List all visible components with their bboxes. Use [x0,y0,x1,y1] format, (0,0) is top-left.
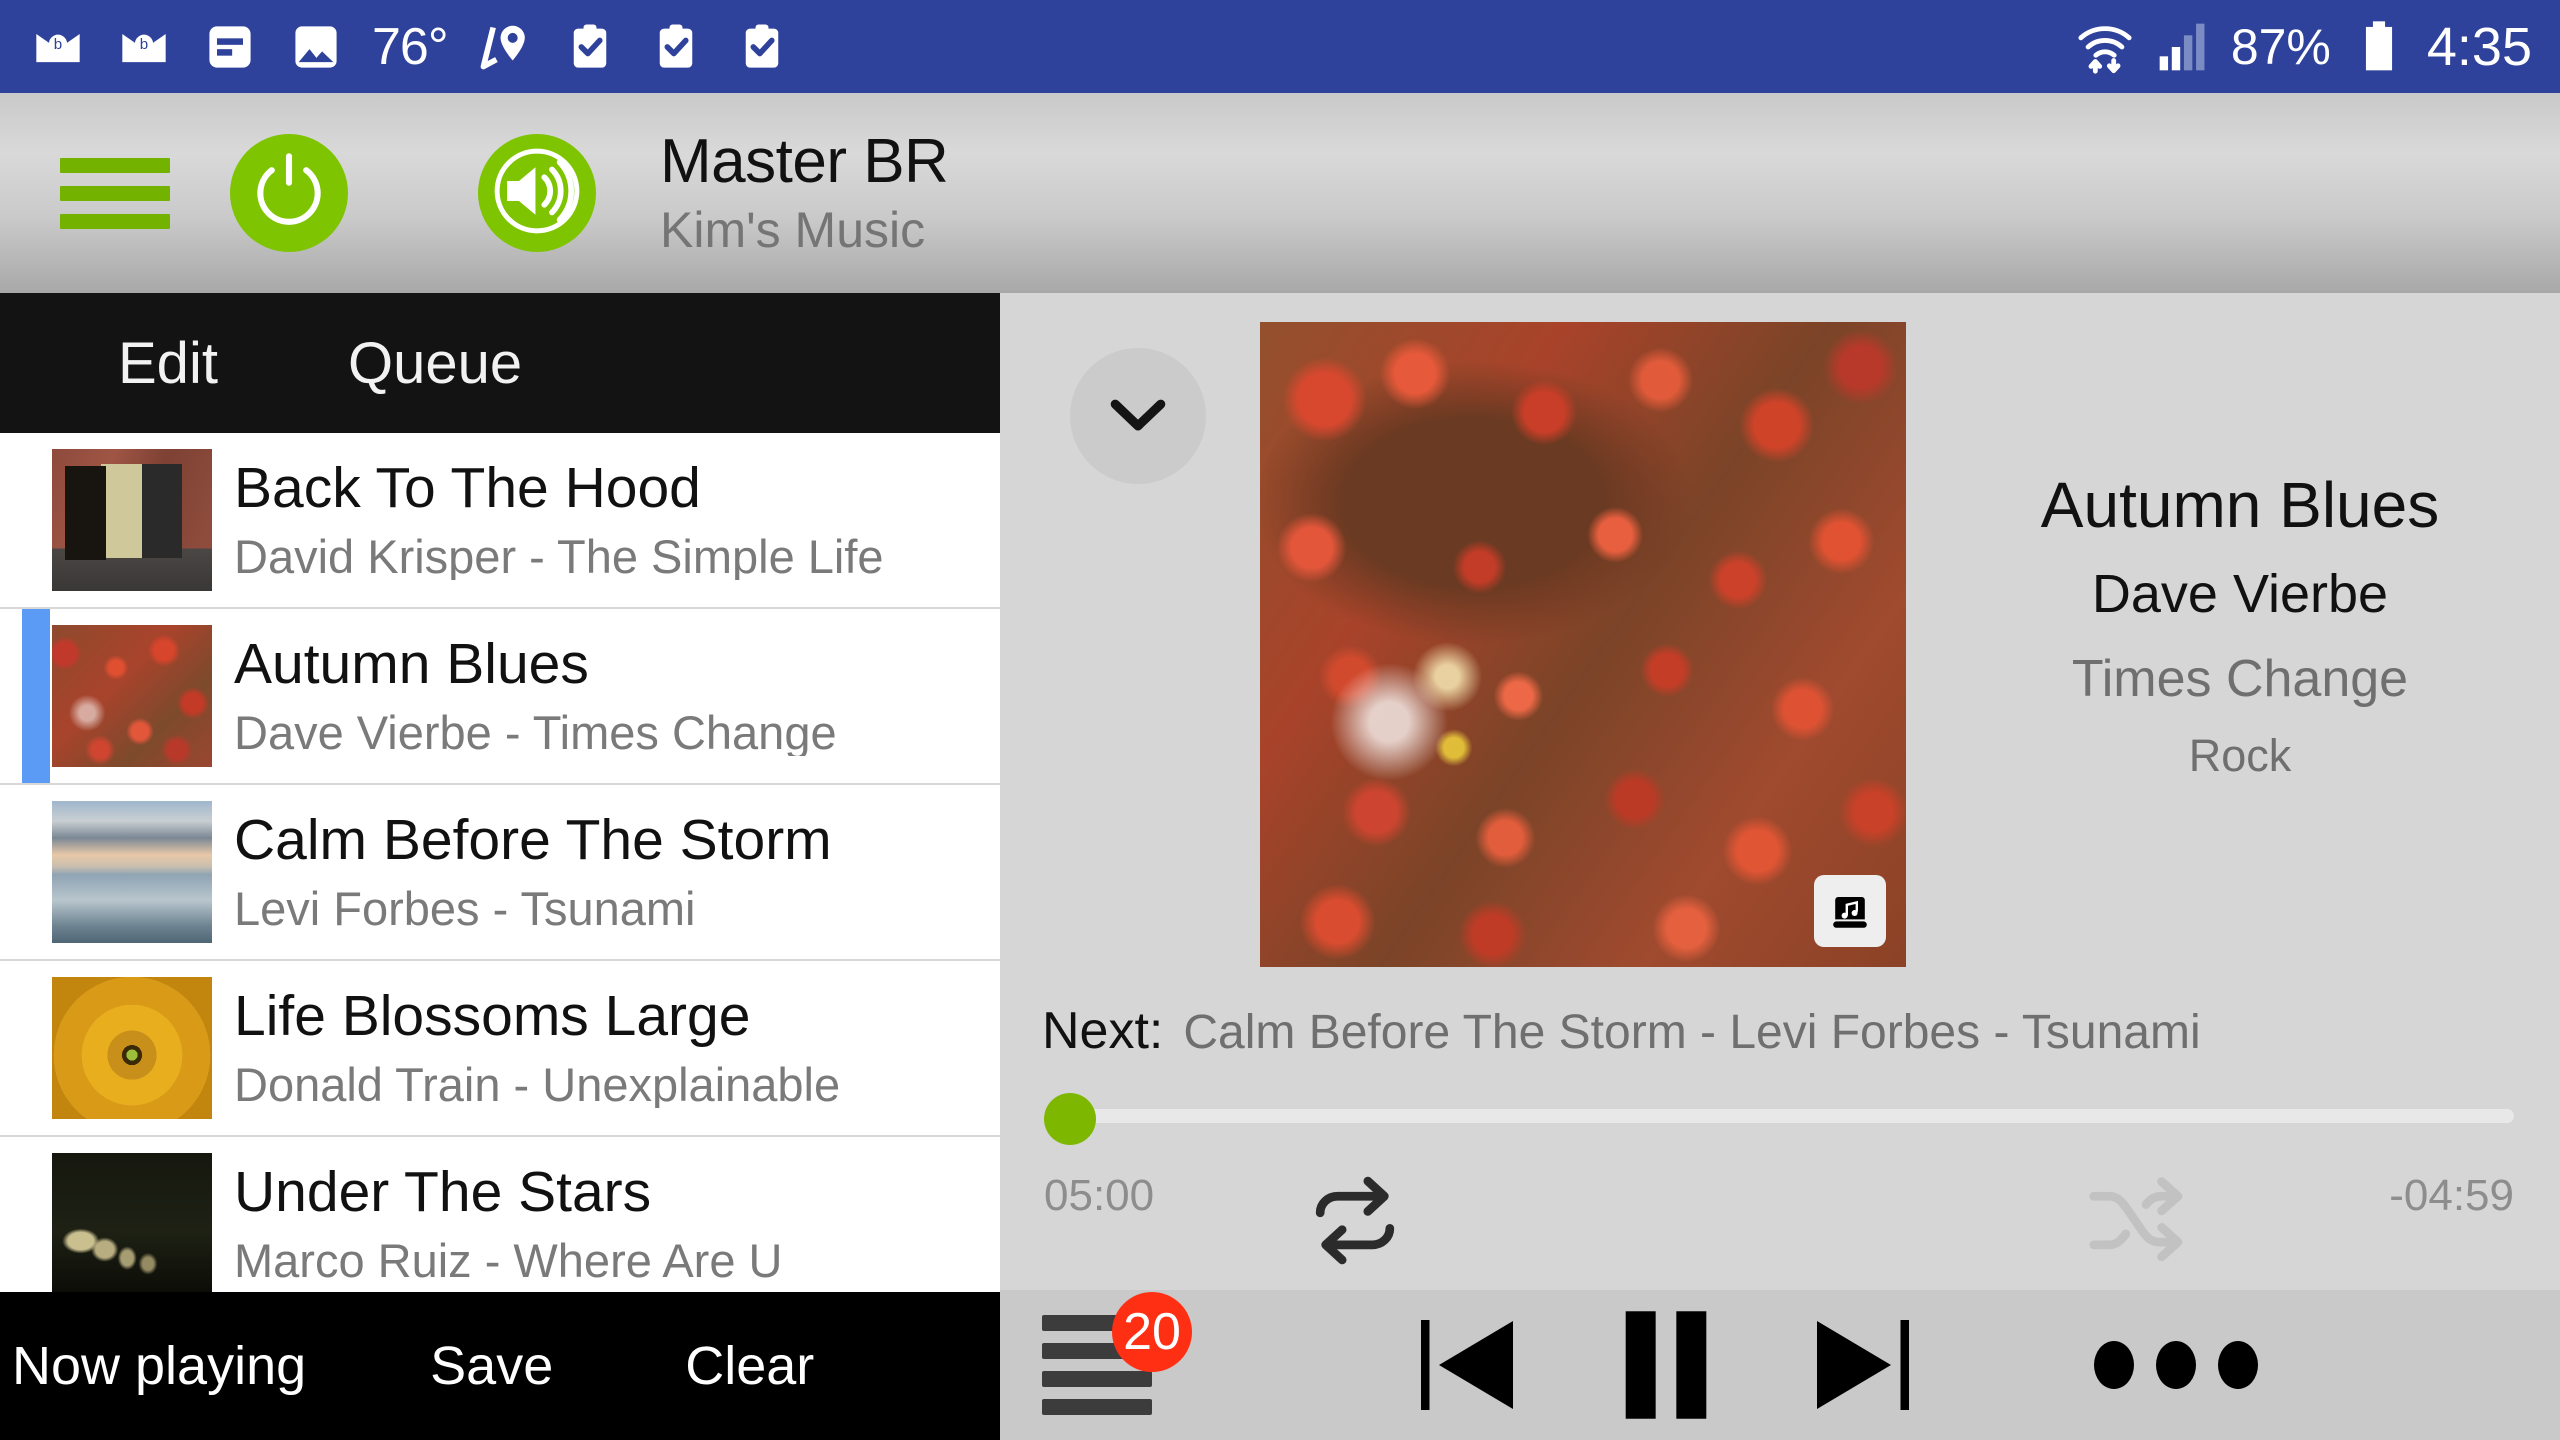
shuffle-icon[interactable] [2080,1173,2190,1274]
track-title: Under The Stars [234,1164,652,1224]
photo-icon [286,17,346,77]
track-title: Life Blossoms Large [234,988,751,1048]
task-checked-icon [646,17,706,77]
now-playing-album: Times Change [2071,650,2409,708]
clock-label: 4:35 [2426,16,2532,77]
power-button[interactable] [230,134,348,252]
cell-signal-icon [2153,17,2213,77]
hamburger-icon[interactable] [60,138,170,248]
list-item[interactable]: Back To The Hood David Krisper - The Sim… [0,433,1000,609]
skip-previous-icon[interactable] [1404,1305,1532,1425]
elapsed-time: 05:00 [1044,1171,1155,1220]
collapse-button[interactable] [1070,348,1206,484]
track-subtitle: Marco Ruiz - Where Are U [234,1234,783,1284]
power-icon [246,148,332,239]
time-row: 05:00 -04:59 [1044,1171,2514,1221]
source-name: Kim's Music [660,202,926,258]
zone-name: Master BR [660,127,949,196]
task-checked-icon [732,17,792,77]
now-playing-button[interactable]: Now playing [12,1335,306,1397]
queue-count-badge: 20 [1112,1292,1192,1372]
save-button[interactable]: Save [430,1335,553,1397]
pause-icon[interactable] [1604,1299,1728,1431]
transport-control-bar: 20 [1000,1290,2560,1440]
album-art[interactable] [1260,322,1906,967]
track-list: Back To The Hood David Krisper - The Sim… [0,433,1000,1313]
now-playing-panel: Autumn Blues Dave Vierbe Times Change Ro… [1000,293,2560,1440]
next-label: Next: [1042,1002,1164,1060]
track-subtitle: Donald Train - Unexplainable [234,1058,841,1108]
list-item[interactable]: Under The Stars Marco Ruiz - Where Are U [0,1137,1000,1313]
seek-bar[interactable] [1044,1093,2514,1145]
location-icon [474,17,534,77]
track-subtitle: David Krisper - The Simple Life [234,530,884,580]
track-info: Autumn Blues Dave Vierbe Times Change Ro… [1930,473,2550,778]
playlist-panel: Edit Queue Back To The Hood David Krispe… [0,293,1000,1440]
album-thumbnail [52,625,212,767]
album-thumbnail [52,1153,212,1295]
zone-title-block[interactable]: Master BR Kim's Music [660,127,949,258]
battery-icon [2349,17,2409,77]
status-bar-right: 87% 4:35 [2075,16,2532,78]
now-playing-artist: Dave Vierbe [2091,564,2389,624]
music-note-icon [1814,875,1886,947]
track-subtitle: Dave Vierbe - Times Change [234,706,837,756]
tab-queue[interactable]: Queue [348,330,522,397]
seek-thumb[interactable] [1044,1093,1096,1145]
status-bar-left-icons: b b 76° [28,17,792,77]
album-thumbnail [52,801,212,943]
repeat-icon[interactable] [1300,1173,1410,1274]
list-item[interactable]: Calm Before The Storm Levi Forbes - Tsun… [0,785,1000,961]
status-bar: b b 76° 87% 4:35 [0,0,2560,93]
mail-icon: b [28,17,88,77]
mail-icon: b [114,17,174,77]
volume-button[interactable] [478,134,596,252]
seek-track [1044,1109,2514,1123]
message-icon [200,17,260,77]
svg-text:b: b [140,36,148,53]
album-thumbnail [52,977,212,1119]
tab-edit[interactable]: Edit [118,330,218,397]
track-subtitle: Levi Forbes - Tsunami [234,882,696,932]
volume-icon [491,145,583,242]
track-title: Calm Before The Storm [234,812,832,872]
app-header: Master BR Kim's Music [0,93,2560,293]
remaining-time: -04:59 [2389,1171,2514,1220]
next-track-row: Next: Calm Before The Storm - Levi Forbe… [1042,1001,2201,1061]
battery-percent-label: 87% [2230,18,2331,75]
playlist-action-bar: Now playing Save Clear [0,1292,1000,1440]
playlist-tabbar: Edit Queue [0,293,1000,433]
now-playing-genre: Rock [2188,730,2292,781]
selection-indicator [22,609,50,783]
queue-list-icon[interactable]: 20 [1042,1292,1192,1420]
album-thumbnail [52,449,212,591]
task-icon [560,17,620,77]
svg-text:b: b [54,36,62,53]
wifi-icon [2075,17,2135,77]
list-item[interactable]: Autumn Blues Dave Vierbe - Times Change [0,609,1000,785]
skip-next-icon[interactable] [1798,1305,1926,1425]
list-item[interactable]: Life Blossoms Large Donald Train - Unexp… [0,961,1000,1137]
chevron-down-icon [1096,372,1180,461]
more-horizontal-icon[interactable] [2094,1341,2258,1389]
now-playing-title: Autumn Blues [2040,469,2440,541]
track-title: Autumn Blues [234,636,589,696]
clear-button[interactable]: Clear [685,1335,814,1397]
track-title: Back To The Hood [234,460,701,520]
next-track-value: Calm Before The Storm - Levi Forbes - Ts… [1183,1006,2201,1059]
temperature-label: 76° [372,17,449,76]
